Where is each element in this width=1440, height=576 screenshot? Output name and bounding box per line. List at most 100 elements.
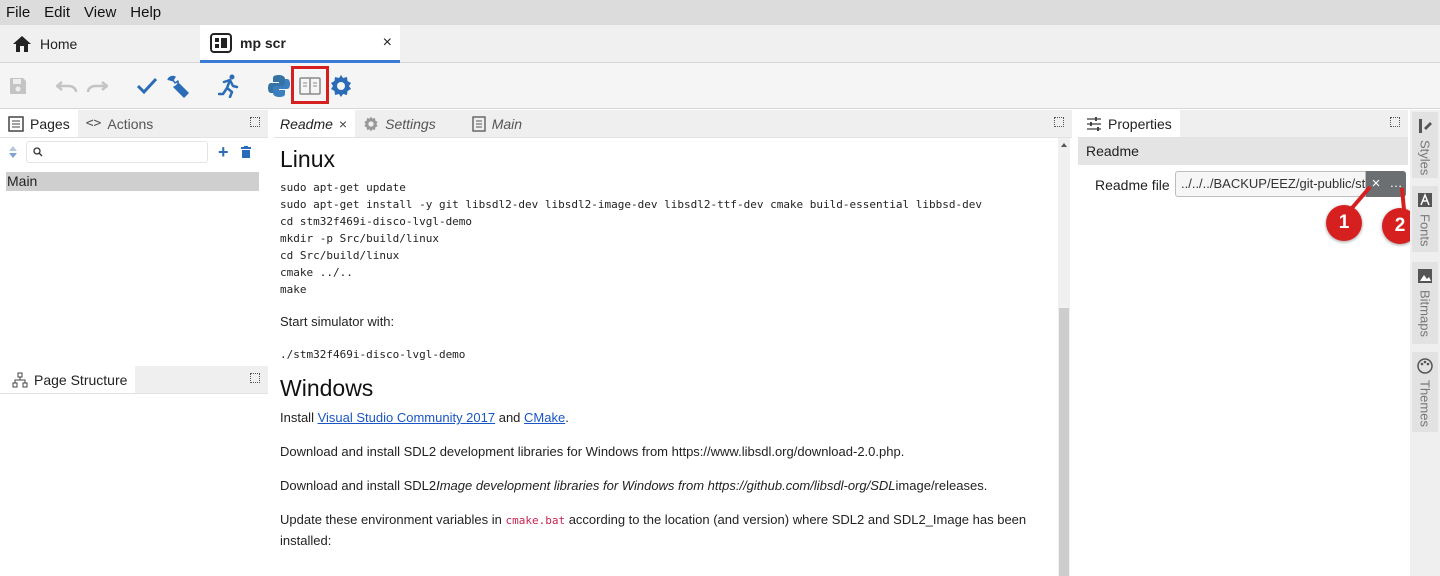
pages-panel-tabs: Pages <> Actions [0, 110, 268, 138]
cmake-bat-code: cmake.bat [505, 514, 566, 527]
pages-search-row: + [0, 138, 268, 166]
project-icon [210, 32, 232, 53]
tab-readme[interactable]: Readme × [274, 110, 356, 137]
sidebar-tab-themes[interactable]: Themes [1412, 352, 1438, 432]
python-icon [268, 75, 290, 97]
tab-close-button[interactable]: × [383, 34, 392, 52]
right-sidebar: Styles Fonts Bitmaps Themes [1410, 110, 1440, 576]
download-sdl2-image-paragraph: Download and install SDL2Image developme… [280, 476, 1052, 496]
sidebar-tab-themes-label: Themes [1417, 380, 1433, 427]
run-icon [218, 74, 239, 98]
menu-edit[interactable]: Edit [44, 4, 70, 21]
install-text: Install [280, 410, 318, 425]
tab-readme-close[interactable]: × [339, 116, 347, 132]
code-icon: <> [85, 116, 102, 131]
scrollbar-thumb[interactable] [1059, 308, 1069, 576]
maximize-icon[interactable] [1390, 117, 1400, 127]
sidebar-tab-styles[interactable]: Styles [1412, 112, 1438, 178]
palette-icon [1417, 358, 1433, 374]
download-text-c: image/releases. [895, 478, 988, 493]
tab-main-label: Main [491, 115, 523, 132]
home-icon [13, 36, 31, 52]
sidebar-tab-fonts[interactable]: Fonts [1412, 186, 1438, 252]
tab-page-structure-label: Page Structure [34, 371, 128, 388]
download-text-b: Image development libraries for Windows … [436, 478, 896, 493]
settings-button[interactable] [326, 71, 356, 101]
linux-code-block: sudo apt-get update sudo apt-get install… [280, 181, 982, 296]
search-box [26, 141, 208, 163]
add-page-button[interactable]: + [218, 142, 229, 163]
check-icon [136, 77, 158, 95]
menu-help[interactable]: Help [130, 4, 161, 21]
run-button[interactable] [214, 71, 244, 101]
tab-project-label: mp scr [240, 34, 286, 51]
save-icon [10, 78, 26, 94]
sidebar-tab-fonts-label: Fonts [1417, 214, 1433, 247]
tab-home[interactable]: Home [0, 25, 200, 63]
tab-project[interactable]: mp scr × [200, 25, 400, 63]
start-simulator-text: Start simulator with: [280, 314, 395, 329]
redo-icon [86, 81, 108, 93]
redo-button[interactable] [82, 71, 112, 101]
gear-icon [331, 75, 351, 97]
menu-bar: File Edit View Help [0, 0, 1440, 25]
visual-studio-link[interactable]: Visual Studio Community 2017 [318, 410, 496, 425]
maximize-icon[interactable] [1054, 117, 1064, 127]
download-text-a: Download and install SDL2 [280, 478, 437, 493]
wrench-icon [167, 75, 189, 98]
tab-settings[interactable]: Settings [355, 110, 444, 137]
properties-section-header: Readme [1078, 138, 1408, 165]
bitmaps-icon [1418, 269, 1432, 283]
heading-linux: Linux [280, 146, 335, 172]
document-tab-bar: Home mp scr × [0, 25, 1440, 63]
check-button[interactable] [132, 71, 162, 101]
heading-windows: Windows [280, 375, 374, 401]
tab-main[interactable]: Main [464, 110, 530, 137]
sidebar-tab-bitmaps-label: Bitmaps [1417, 290, 1433, 337]
readme-button-highlight [291, 66, 329, 104]
search-input[interactable] [49, 144, 199, 160]
tab-page-structure[interactable]: Page Structure [0, 366, 136, 393]
pages-panel: Pages <> Actions + Main [0, 110, 268, 360]
readme-file-value: ../../../BACKUP/EEZ/git-public/st [1181, 176, 1366, 191]
fonts-icon [1418, 192, 1432, 207]
tab-settings-label: Settings [385, 115, 436, 132]
simulator-code-block: ./stm32f469i-disco-lvgl-demo [280, 348, 466, 361]
gear-icon [364, 116, 378, 131]
readme-content: Linux sudo apt-get update sudo apt-get i… [274, 138, 1058, 576]
download-sdl2-paragraph: Download and install SDL2 development li… [280, 444, 905, 459]
maximize-icon[interactable] [250, 373, 260, 383]
update-env-paragraph: Update these environment variables in cm… [280, 510, 1052, 551]
page-structure-tabs: Page Structure [0, 366, 268, 394]
tab-properties-label: Properties [1108, 115, 1172, 132]
cmake-link[interactable]: CMake [524, 410, 565, 425]
maximize-icon[interactable] [250, 117, 260, 127]
sort-icon[interactable] [8, 145, 18, 159]
menu-view[interactable]: View [84, 4, 116, 21]
readme-file-field[interactable]: ../../../BACKUP/EEZ/git-public/st [1175, 171, 1366, 197]
sidebar-tab-styles-label: Styles [1417, 140, 1433, 176]
page-icon [472, 115, 486, 132]
update-text-a: Update these environment variables in [280, 512, 506, 527]
readme-file-label: Readme file [1095, 177, 1170, 193]
tab-pages-label: Pages [30, 115, 70, 132]
save-button[interactable] [3, 71, 33, 101]
page-list-item[interactable]: Main [6, 172, 259, 191]
tab-home-label: Home [40, 36, 78, 52]
delete-icon[interactable] [240, 146, 251, 158]
tree-icon [12, 372, 28, 387]
tab-properties[interactable]: Properties [1078, 110, 1180, 137]
editor-tabs: Readme × Settings Main [274, 110, 1072, 138]
tab-pages[interactable]: Pages [0, 110, 78, 137]
scrollbar[interactable] [1058, 138, 1070, 576]
sliders-icon [1087, 116, 1101, 131]
sidebar-tab-bitmaps[interactable]: Bitmaps [1412, 262, 1438, 344]
scroll-up-arrow[interactable] [1061, 143, 1067, 147]
tab-actions[interactable]: <> Actions [78, 110, 162, 137]
build-button[interactable] [162, 71, 192, 101]
menu-file[interactable]: File [6, 4, 30, 21]
undo-button[interactable] [52, 71, 82, 101]
python-button[interactable] [264, 71, 294, 101]
install-and-text: and [495, 410, 525, 425]
undo-icon [56, 81, 78, 93]
